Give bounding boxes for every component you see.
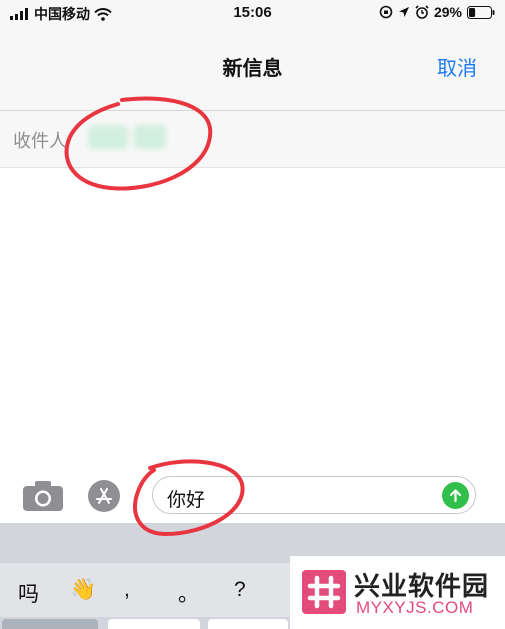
nav-bar: 新信息 取消	[0, 24, 505, 111]
hash-logo-icon	[302, 570, 346, 614]
message-thread	[0, 168, 505, 468]
composer-bar: 你好	[0, 468, 505, 523]
status-bar: 中国移动 15:06 29%	[0, 0, 505, 24]
orientation-lock-icon	[379, 5, 393, 19]
send-button[interactable]	[442, 482, 469, 509]
keyboard-key[interactable]	[208, 619, 288, 629]
alarm-icon	[415, 5, 429, 19]
recipient-chip-redacted[interactable]	[134, 125, 166, 149]
candidate-item[interactable]: 吗	[18, 578, 39, 608]
battery-fill	[469, 7, 476, 17]
message-input[interactable]: 你好	[152, 476, 476, 514]
keyboard-key[interactable]	[108, 619, 200, 629]
cancel-button[interactable]: 取消	[437, 52, 477, 81]
app-store-button[interactable]	[88, 480, 120, 512]
battery-percent: 29%	[433, 4, 462, 20]
message-text: 你好	[167, 490, 206, 511]
page-title: 新信息	[222, 58, 283, 80]
keyboard-key[interactable]	[2, 619, 98, 629]
recipient-chip-redacted[interactable]	[88, 125, 128, 149]
status-right: 29%	[379, 4, 495, 20]
watermark-name-en: MYXYJS.COM	[356, 598, 474, 617]
recipient-label: 收件人	[13, 131, 67, 151]
candidate-item[interactable]: ,	[124, 578, 130, 602]
battery-icon	[467, 5, 495, 19]
camera-icon[interactable]	[22, 480, 64, 512]
arrow-up-icon	[449, 489, 462, 503]
candidate-item[interactable]: 👋	[70, 578, 96, 602]
recipient-row[interactable]: 收件人	[0, 111, 505, 168]
watermark: 兴业软件园 MYXYJS.COM	[290, 556, 505, 629]
location-icon	[398, 7, 409, 17]
app-store-icon	[96, 488, 112, 504]
candidate-item[interactable]: ?	[234, 578, 246, 602]
candidate-item[interactable]: 。	[178, 578, 199, 608]
